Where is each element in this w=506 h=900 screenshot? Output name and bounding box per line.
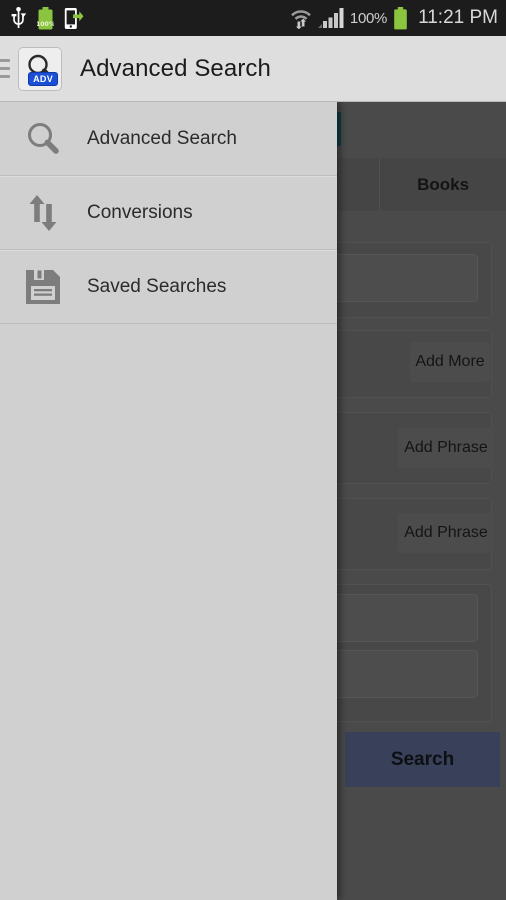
action-bar: ADV Advanced Search [0,36,506,102]
tab-books[interactable]: Books [380,158,506,211]
battery-icon [394,6,407,29]
drawer-empty-area [0,324,337,900]
magnifier-icon [20,116,66,162]
page-title: Advanced Search [80,54,271,82]
up-down-arrows-icon [20,190,66,236]
phone-screen: 100% [0,0,506,900]
floppy-disk-save-icon [20,264,66,310]
add-phrase-button-1[interactable]: Add Phrase [398,428,494,468]
advanced-search-magnifier-icon[interactable]: ADV [18,46,62,91]
svg-text:100%: 100% [37,21,54,28]
wifi-icon [291,10,311,29]
drawer-item-label-saved-searches: Saved Searches [87,276,227,297]
signal-bars-icon [317,8,344,28]
usb-icon [11,7,27,28]
drawer-item-advanced-search[interactable]: Advanced Search [0,102,337,176]
search-button[interactable]: Search [345,732,500,787]
status-bar-right-icons: 100% 11:21 PM [290,6,498,30]
clock-label: 11:21 PM [418,7,498,28]
hamburger-menu-icon[interactable] [0,59,10,78]
adv-badge-label: ADV [28,71,58,86]
battery-percent-label: 100% [349,9,388,27]
add-more-button[interactable]: Add More [410,342,490,382]
drawer-item-label-conversions: Conversions [87,202,193,223]
device-transfer-icon [64,7,84,29]
drawer-item-label-advanced-search: Advanced Search [87,127,237,149]
battery-charging-icon: 100% [37,6,54,29]
drawer-item-conversions[interactable]: Conversions [0,176,337,250]
navigation-drawer: Advanced Search Conversions Saved Search… [0,102,337,900]
status-bar: 100% [0,0,506,36]
add-phrase-button-2[interactable]: Add Phrase [398,513,494,553]
drawer-item-saved-searches[interactable]: Saved Searches [0,250,337,324]
status-bar-left-icons: 100% [10,6,84,30]
